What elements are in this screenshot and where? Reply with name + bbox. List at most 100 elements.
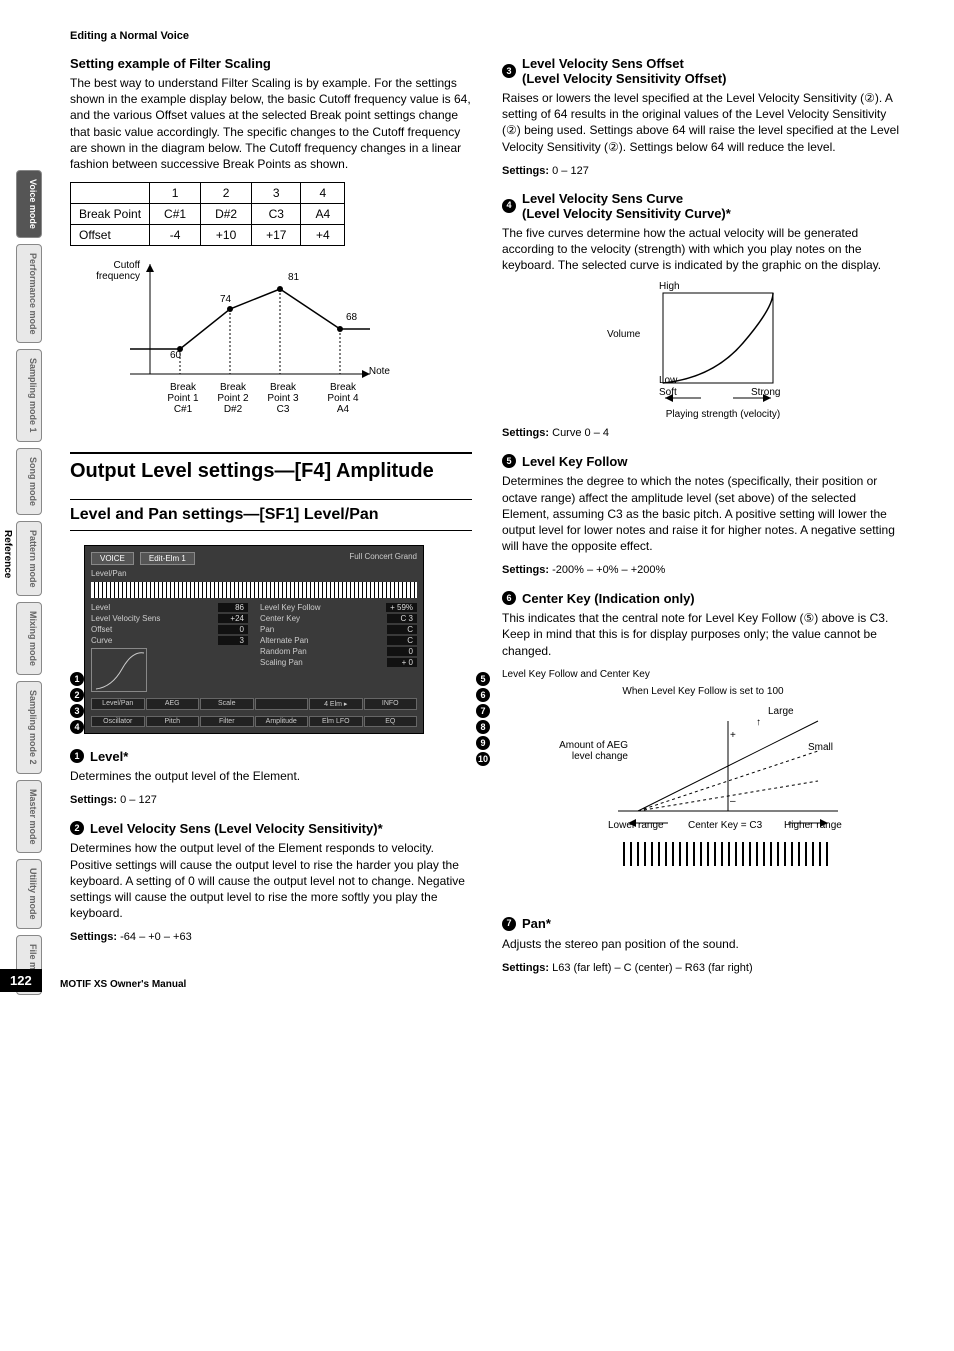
table-row: Break Point C#1 D#2 C3 A4 — [71, 204, 345, 225]
y-low-label: Low — [659, 375, 677, 386]
section-header: Editing a Normal Voice — [70, 30, 904, 42]
sf-tab: INFO — [364, 698, 418, 710]
lkf-caption: When Level Key Follow is set to 100 — [548, 686, 858, 697]
side-tab-mixing[interactable]: Mixing mode — [16, 602, 42, 675]
side-tab-master[interactable]: Master mode — [16, 780, 42, 854]
callout-9: 9 — [476, 736, 490, 750]
param-4-settings: Settings: Curve 0 – 4 — [502, 427, 904, 439]
h1-output-level: Output Level settings—[F4] Amplitude — [70, 460, 472, 483]
sf-tab: AEG — [146, 698, 200, 710]
side-tab-pattern[interactable]: Pattern mode — [16, 521, 42, 597]
keyboard-strip — [91, 582, 417, 598]
side-tab-song[interactable]: Song mode — [16, 448, 42, 515]
sf-tab — [255, 698, 309, 710]
sf-tab: Scale — [200, 698, 254, 710]
f-tab: Elm LFO — [309, 716, 363, 727]
x-axis-label: Playing strength (velocity) — [643, 409, 803, 420]
graph-val-2: 74 — [220, 294, 231, 305]
f-tab: EQ — [364, 716, 418, 727]
lkf-higher: Higher range — [784, 820, 842, 831]
callout-10: 10 — [476, 752, 490, 766]
device-screenshot: VOICE Edit-Elm 1 Full Concert Grand Leve… — [84, 545, 424, 734]
callout-6: 6 — [476, 688, 490, 702]
bp1-label: Break Point 1C#1 — [158, 382, 208, 415]
num-icon: 3 — [502, 64, 516, 78]
side-tab-sampling1[interactable]: Sampling mode 1 — [16, 349, 42, 442]
num-icon: 1 — [70, 749, 84, 763]
page-number: 122 — [0, 969, 42, 992]
param-1-body: Determines the output level of the Eleme… — [70, 768, 472, 784]
lkf-large: Large — [768, 706, 794, 717]
num-icon: 7 — [502, 917, 516, 931]
param-row: Level Velocity Sens+24 — [91, 613, 248, 624]
breakpoint-table: 1 2 3 4 Break Point C#1 D#2 C3 A4 Offset… — [70, 182, 345, 246]
param-6-body: This indicates that the central note for… — [502, 610, 904, 659]
y-axis-label: Volume — [607, 329, 640, 340]
param-7-settings: Settings: L63 (far left) – C (center) – … — [502, 962, 904, 974]
lkf-left-label: Amount of AEG level change — [548, 740, 628, 762]
param-row: Level Key Follow+ 59% — [260, 602, 417, 613]
param-row: Center KeyC 3 — [260, 613, 417, 624]
filter-scaling-title: Setting example of Filter Scaling — [70, 56, 472, 71]
left-column: Setting example of Filter Scaling The be… — [70, 56, 472, 974]
param-6-head: 6 Center Key (Indication only) — [502, 590, 904, 606]
param-row: Alternate PanC — [260, 635, 417, 646]
x-left-label: Soft — [659, 387, 677, 398]
side-tab-sampling2[interactable]: Sampling mode 2 — [16, 681, 42, 774]
graph-val-3: 81 — [288, 272, 299, 283]
section-label: Level/Pan — [91, 569, 417, 578]
f-tab: Oscillator — [91, 716, 145, 727]
y-high-label: High — [659, 281, 680, 292]
callout-8: 8 — [476, 720, 490, 734]
lkf-plus: + — [730, 730, 736, 741]
f-tab: Pitch — [146, 716, 200, 727]
bp4-label: Break Point 4A4 — [318, 382, 368, 415]
svg-text:↑: ↑ — [756, 717, 761, 728]
param-7-head: 7 Pan* — [502, 916, 904, 932]
sf-tab: Level/Pan — [91, 698, 145, 710]
lkf-lower: Lower range — [608, 820, 664, 831]
table-row: Offset -4 +10 +17 +4 — [71, 225, 345, 246]
callout-5: 5 — [476, 672, 490, 686]
param-1-settings: Settings: 0 – 127 — [70, 794, 472, 806]
velocity-curve-graph: High Volume Low Soft Strong Playing stre… — [593, 283, 813, 423]
chip-edit: Edit-Elm 1 — [140, 552, 195, 565]
chip-voice: VOICE — [91, 552, 134, 565]
param-2-body: Determines how the output level of the E… — [70, 840, 472, 921]
param-5-body: Determines the degree to which the notes… — [502, 473, 904, 554]
param-row: PanC — [260, 624, 417, 635]
param-7-body: Adjusts the stereo pan position of the s… — [502, 936, 904, 952]
side-tab-voice[interactable]: Voice mode — [16, 170, 42, 238]
param-row: Random Pan0 — [260, 646, 417, 657]
bp2-label: Break Point 2D#2 — [208, 382, 258, 415]
f-tab: Filter — [200, 716, 254, 727]
side-nav: Voice mode Performance mode Sampling mod… — [16, 170, 42, 995]
bp3-label: Break Point 3C3 — [258, 382, 308, 415]
side-tab-performance[interactable]: Performance mode — [16, 244, 42, 344]
filter-scaling-body: The best way to understand Filter Scalin… — [70, 75, 472, 172]
curve-preview — [91, 648, 147, 692]
cutoff-graph: Cutoff frequency Note 60 74 81 68 Break … — [70, 254, 390, 434]
preset-name: Full Concert Grand — [349, 552, 417, 565]
manual-title: MOTIF XS Owner's Manual — [60, 979, 186, 990]
x-right-label: Strong — [751, 387, 780, 398]
lkf-diagram: When Level Key Follow is set to 100 ↑ Am… — [548, 686, 858, 886]
param-2-head: 2 Level Velocity Sens (Level Velocity Se… — [70, 820, 472, 836]
callout-2: 2 — [70, 688, 84, 702]
f-tab: Amplitude — [255, 716, 309, 727]
param-row: Scaling Pan+ 0 — [260, 657, 417, 668]
param-4-body: The five curves determine how the actual… — [502, 225, 904, 274]
sf-tab: 4 Elm ▸ — [309, 698, 363, 710]
param-4-head: 4 Level Velocity Sens Curve(Level Veloci… — [502, 191, 904, 221]
table-header-row: 1 2 3 4 — [71, 183, 345, 204]
num-icon: 4 — [502, 199, 516, 213]
graph-val-1: 60 — [170, 350, 181, 361]
side-tab-utility[interactable]: Utility mode — [16, 859, 42, 929]
param-row: Offset0 — [91, 624, 248, 635]
h2-level-pan: Level and Pan settings—[SF1] Level/Pan — [70, 499, 472, 531]
right-column: 3 Level Velocity Sens Offset(Level Veloc… — [502, 56, 904, 974]
param-1-head: 1 Level* — [70, 748, 472, 764]
keyboard-wide — [618, 842, 828, 866]
param-row: Level86 — [91, 602, 248, 613]
param-row: Curve3 — [91, 635, 248, 646]
